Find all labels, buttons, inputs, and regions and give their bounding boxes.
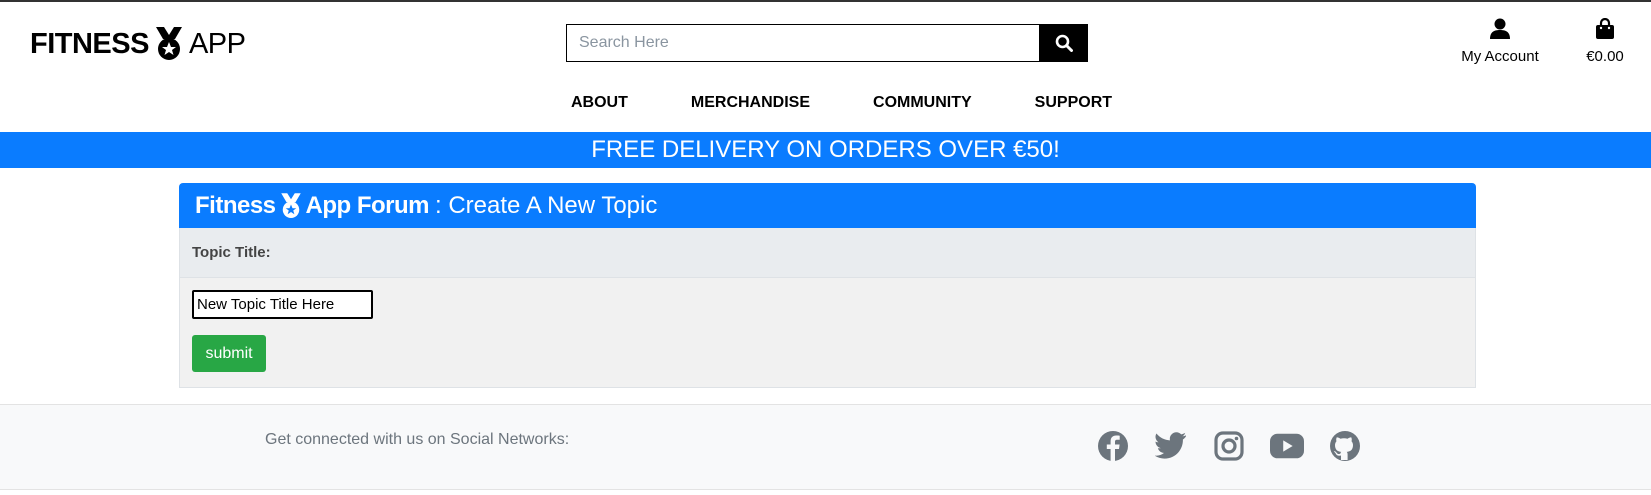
- nav-support[interactable]: SUPPORT: [1035, 94, 1112, 112]
- social-connect-text: Get connected with us on Social Networks…: [265, 431, 570, 448]
- nav-merchandise[interactable]: MERCHANDISE: [691, 94, 810, 112]
- topic-title-label-row: Topic Title:: [179, 228, 1476, 278]
- new-topic-card: Fitness App Forum : Create A New Topic T…: [179, 183, 1476, 388]
- search-input[interactable]: [566, 24, 1040, 62]
- forum-brand-fitness: Fitness: [195, 191, 276, 219]
- search-bar: [566, 24, 1088, 62]
- instagram-icon[interactable]: [1212, 429, 1246, 463]
- shopping-bag-link[interactable]: €0.00: [1570, 17, 1640, 65]
- my-account-link[interactable]: My Account: [1450, 18, 1550, 65]
- delivery-banner: FREE DELIVERY ON ORDERS OVER €50!: [0, 132, 1651, 168]
- user-icon: [1490, 18, 1510, 39]
- topic-form: submit: [179, 278, 1476, 388]
- page-title: : Create A New Topic: [435, 191, 658, 219]
- search-icon: [1055, 34, 1073, 52]
- twitter-icon[interactable]: [1154, 429, 1188, 463]
- medal-icon: [280, 192, 301, 218]
- main-nav: ABOUT MERCHANDISE COMMUNITY SUPPORT: [571, 94, 1112, 112]
- logo-word-fitness: FITNESS: [30, 28, 149, 60]
- delivery-banner-text: FREE DELIVERY ON ORDERS OVER €50!: [591, 136, 1060, 163]
- github-icon[interactable]: [1328, 429, 1362, 463]
- nav-community[interactable]: COMMUNITY: [873, 94, 972, 112]
- site-logo[interactable]: FITNESS APP: [30, 26, 246, 62]
- card-header: Fitness App Forum : Create A New Topic: [179, 183, 1476, 228]
- topic-title-input[interactable]: [192, 290, 373, 319]
- footer: [0, 404, 1651, 490]
- medal-icon: [155, 27, 182, 60]
- submit-button[interactable]: submit: [192, 335, 266, 372]
- shopping-bag-icon: [1596, 17, 1614, 39]
- logo-word-app: APP: [188, 28, 246, 60]
- nav-about[interactable]: ABOUT: [571, 94, 628, 112]
- search-button[interactable]: [1040, 24, 1088, 62]
- cart-total: €0.00: [1586, 48, 1624, 65]
- facebook-icon[interactable]: [1096, 429, 1130, 463]
- my-account-label: My Account: [1461, 48, 1539, 65]
- forum-brand-app-forum: App Forum: [305, 191, 430, 219]
- social-links: [1096, 429, 1362, 463]
- topic-title-label: Topic Title:: [192, 244, 271, 261]
- youtube-icon[interactable]: [1270, 429, 1304, 463]
